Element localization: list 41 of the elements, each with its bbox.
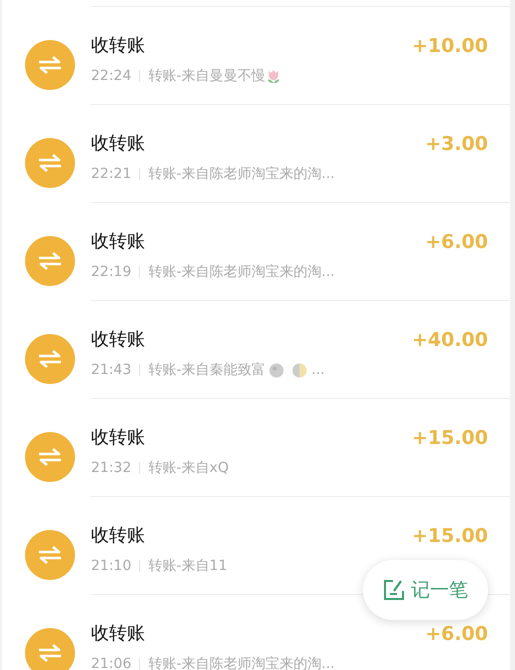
transaction-time: 22:19	[91, 263, 132, 281]
transaction-title: 收转账	[91, 328, 146, 352]
transaction-amount: +6.00	[425, 230, 488, 254]
transaction-title: 收转账	[91, 524, 146, 548]
transfer-description: ...	[311, 361, 325, 379]
transfer-icon	[37, 447, 63, 467]
moon-icon	[292, 362, 308, 378]
transaction-title: 收转账	[91, 132, 146, 156]
transaction-amount: +10.00	[412, 34, 488, 58]
transfer-description: 转账-来自曼曼不慢	[148, 67, 266, 85]
transfer-icon	[37, 643, 63, 663]
transfer-icon	[37, 251, 63, 271]
transaction-time: 21:32	[91, 459, 132, 477]
transfer-icon	[37, 55, 63, 75]
transaction-title: 收转账	[91, 426, 146, 450]
transfer-icon	[37, 153, 63, 173]
transaction-time: 22:24	[91, 67, 132, 85]
transaction-time: 21:10	[91, 557, 132, 575]
transaction-title: 收转账	[91, 622, 146, 646]
moon-icon	[269, 362, 284, 378]
transaction-amount: +15.00	[412, 524, 488, 548]
transfer-description: 转账-来自秦能致富	[148, 361, 266, 379]
transaction-time: 22:21	[91, 165, 132, 183]
transaction-title: 收转账	[91, 230, 146, 254]
transaction-amount: +15.00	[412, 426, 488, 450]
transfer-description: 转账-来自陈老师淘宝来的淘...	[148, 655, 335, 670]
transfer-description: 转账-来自陈老师淘宝来的淘...	[148, 263, 335, 281]
transaction-amount: +3.00	[425, 132, 488, 156]
transaction-time: 21:06	[91, 655, 132, 670]
tulip-icon	[266, 68, 282, 84]
transfer-description: 转账-来自陈老师淘宝来的淘...	[148, 165, 335, 183]
transfer-icon	[37, 545, 63, 565]
add-record-button[interactable]: 记一笔	[363, 560, 488, 620]
transaction-amount: +40.00	[412, 328, 488, 352]
transfer-description: 转账-来自11	[148, 557, 228, 575]
transfer-description: 转账-来自xQ	[148, 459, 229, 477]
edit-note-icon	[383, 579, 405, 601]
transaction-time: 21:43	[91, 361, 132, 379]
transaction-amount: +6.00	[425, 622, 488, 646]
transaction-title: 收转账	[91, 34, 146, 58]
transfer-icon	[37, 349, 63, 369]
